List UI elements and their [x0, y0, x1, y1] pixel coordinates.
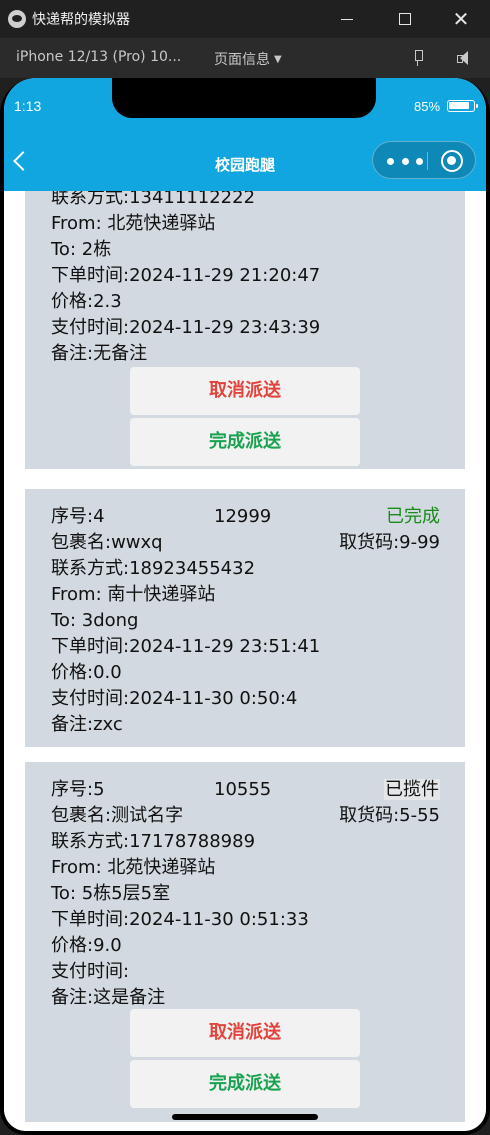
pay-time-text: 支付时间:2024-11-30 0:50:4: [51, 688, 298, 709]
close-miniprogram-icon[interactable]: [441, 150, 463, 172]
phone-frame: 1:13 85% 校园跑腿 联系方式:13411112222 From: 北苑快…: [0, 78, 490, 1135]
pickup-code-text: 取货码:9-99: [339, 532, 440, 553]
status-badge: 已揽件: [384, 779, 440, 800]
complete-delivery-button[interactable]: 完成派送: [130, 418, 360, 466]
to-text: To: 2栋: [51, 239, 112, 260]
close-icon: ✕: [452, 7, 470, 31]
cancel-delivery-button[interactable]: 取消派送: [130, 1009, 360, 1057]
order-time-text: 下单时间:2024-11-30 0:51:33: [51, 909, 309, 930]
close-button[interactable]: ✕: [432, 0, 490, 38]
from-text: From: 南十快递驿站: [51, 584, 216, 605]
pay-time-text: 支付时间:: [51, 961, 130, 982]
seq-text: 序号:5: [51, 779, 105, 800]
note-text: 备注:zxc: [51, 714, 123, 735]
wechat-devtools-icon: [8, 10, 26, 28]
device-selector[interactable]: iPhone 12/13 (Pro) 10...: [16, 49, 181, 65]
nav-header: 1:13 85% 校园跑腿: [4, 78, 486, 191]
simulator-toolbar: iPhone 12/13 (Pro) 10... 页面信息 ▼: [0, 38, 490, 78]
page-info-label: 页面信息: [214, 52, 270, 68]
phone-screen: 1:13 85% 校园跑腿 联系方式:13411112222 From: 北苑快…: [4, 78, 486, 1131]
price-text: 价格:0.0: [51, 662, 122, 683]
from-text: From: 北苑快递驿站: [51, 213, 216, 234]
status-time: 1:13: [14, 98, 42, 114]
home-indicator: [172, 1114, 318, 1120]
pin-icon[interactable]: [412, 50, 424, 66]
pickup-code-text: 取货码:5-55: [339, 805, 440, 826]
contact-text: 联系方式:17178788989: [51, 831, 256, 852]
window-title: 快递帮的模拟器: [32, 12, 130, 28]
cancel-delivery-button[interactable]: 取消派送: [130, 367, 360, 415]
contact-text: 联系方式:18923455432: [51, 558, 256, 579]
package-name-text: 包裹名:wwxq: [51, 532, 163, 553]
price-text: 价格:9.0: [51, 935, 122, 956]
miniprogram-capsule: [372, 141, 476, 179]
order-card: 序号:4 12999 已完成 包裹名:wwxq 取货码:9-99 联系方式:18…: [25, 489, 465, 747]
caret-down-icon: ▼: [274, 54, 282, 65]
battery-icon: [447, 100, 478, 112]
minimize-button[interactable]: [318, 0, 376, 38]
package-name-text: 包裹名:测试名字: [51, 805, 184, 826]
battery-percent: 85%: [414, 99, 441, 114]
note-text: 备注:无备注: [51, 343, 148, 364]
capsule-divider: [427, 152, 428, 170]
more-menu-icon[interactable]: [387, 142, 423, 180]
order-list[interactable]: 联系方式:13411112222 From: 北苑快递驿站 To: 2栋 下单时…: [4, 191, 486, 1131]
order-card: 联系方式:13411112222 From: 北苑快递驿站 To: 2栋 下单时…: [25, 191, 465, 469]
seq-text: 序号:4: [51, 506, 105, 527]
price-text: 价格:2.3: [51, 291, 122, 312]
maximize-button[interactable]: [376, 0, 434, 38]
battery-fill: [449, 102, 469, 109]
complete-delivery-button[interactable]: 完成派送: [130, 1060, 360, 1108]
order-code-text: 12999: [214, 506, 272, 527]
page-info-menu[interactable]: 页面信息 ▼: [214, 49, 282, 69]
from-text: From: 北苑快递驿站: [51, 857, 216, 878]
to-text: To: 3dong: [51, 610, 139, 631]
status-badge: 已完成: [386, 506, 440, 527]
order-time-text: 下单时间:2024-11-29 23:51:41: [51, 636, 321, 657]
window-titlebar: 快递帮的模拟器 ✕: [0, 0, 490, 38]
order-card: 序号:5 10555 已揽件 包裹名:测试名字 取货码:5-55 联系方式:17…: [25, 762, 465, 1122]
phone-notch: [112, 78, 376, 118]
pay-time-text: 支付时间:2024-11-29 23:43:39: [51, 317, 321, 338]
order-time-text: 下单时间:2024-11-29 21:20:47: [51, 265, 321, 286]
maximize-icon: [399, 13, 411, 25]
contact-text: 联系方式:13411112222: [51, 191, 256, 208]
minimize-icon: [341, 18, 353, 20]
note-text: 备注:这是备注: [51, 987, 166, 1008]
sound-icon[interactable]: [457, 50, 471, 66]
to-text: To: 5栋5层5室: [51, 883, 171, 904]
order-code-text: 10555: [214, 779, 272, 800]
